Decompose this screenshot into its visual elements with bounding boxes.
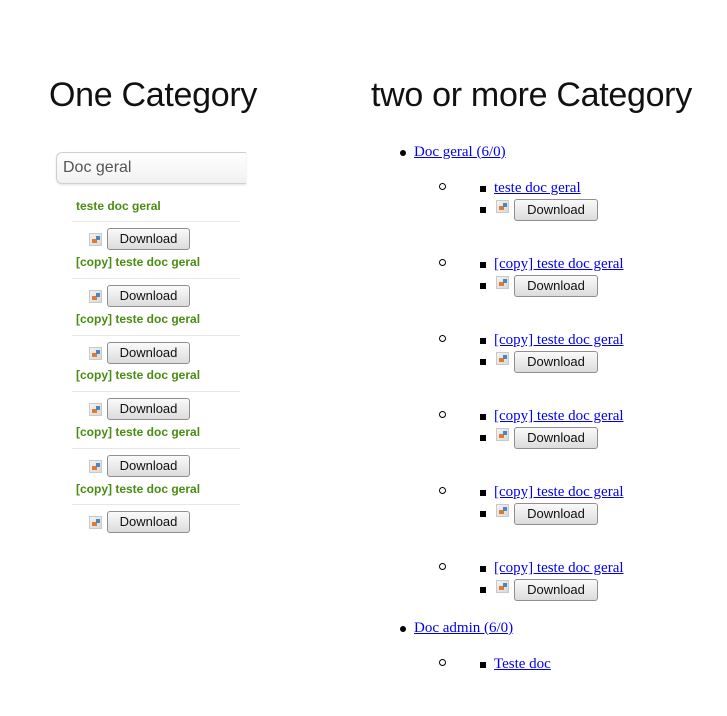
doc-title-link[interactable]: teste doc geral	[76, 199, 161, 213]
list-bullet-square	[480, 283, 486, 289]
category-link-doc-geral[interactable]: Doc geral (6/0)	[414, 144, 506, 161]
list-bullet-square	[480, 490, 486, 496]
list-bullet-square	[480, 435, 486, 441]
download-button[interactable]: Download	[107, 285, 190, 307]
list-bullet-square	[480, 587, 486, 593]
doc-title-link[interactable]: [copy] teste doc geral	[76, 312, 200, 326]
list-bullet-square	[480, 511, 486, 517]
doc-title-link[interactable]: Teste doc	[494, 656, 551, 673]
list-bullet-square	[480, 414, 486, 420]
file-type-icon	[496, 580, 509, 593]
row-divider	[72, 335, 240, 336]
download-button[interactable]: Download	[514, 503, 598, 525]
list-bullet-circle	[439, 487, 446, 494]
doc-title-link[interactable]: [copy] teste doc geral	[494, 560, 624, 577]
list-bullet-circle	[439, 411, 446, 418]
list-bullet-square	[480, 262, 486, 268]
download-button[interactable]: Download	[514, 427, 598, 449]
doc-title-link[interactable]: [copy] teste doc geral	[76, 255, 200, 269]
list-bullet-circle	[439, 335, 446, 342]
file-type-icon	[496, 428, 509, 441]
doc-title-link[interactable]: [copy] teste doc geral	[494, 332, 624, 349]
list-bullet-square	[480, 359, 486, 365]
doc-title-link[interactable]: [copy] teste doc geral	[76, 425, 200, 439]
row-divider	[72, 448, 240, 449]
file-type-icon	[89, 403, 102, 416]
list-bullet-disc	[400, 150, 406, 156]
list-bullet-disc	[400, 626, 406, 632]
file-type-icon	[89, 347, 102, 360]
row-divider	[72, 278, 240, 279]
list-bullet-square	[480, 338, 486, 344]
doc-title-link[interactable]: [copy] teste doc geral	[494, 256, 624, 273]
category-link-doc-admin[interactable]: Doc admin (6/0)	[414, 620, 513, 637]
download-button[interactable]: Download	[514, 351, 598, 373]
download-button[interactable]: Download	[514, 579, 598, 601]
file-type-icon	[496, 504, 509, 517]
doc-title-link[interactable]: [copy] teste doc geral	[76, 368, 200, 382]
row-divider	[72, 391, 240, 392]
row-divider	[72, 221, 240, 222]
download-button[interactable]: Download	[107, 511, 190, 533]
file-type-icon	[89, 460, 102, 473]
file-type-icon	[496, 352, 509, 365]
list-bullet-square	[480, 207, 486, 213]
list-bullet-square	[480, 662, 486, 668]
heading-two-or-more-category: two or more Category	[371, 76, 692, 114]
list-bullet-circle	[439, 563, 446, 570]
list-bullet-square	[480, 186, 486, 192]
list-bullet-square	[480, 566, 486, 572]
file-type-icon	[89, 516, 102, 529]
list-bullet-circle	[439, 183, 446, 190]
file-type-icon	[89, 290, 102, 303]
file-type-icon	[496, 200, 509, 213]
download-button[interactable]: Download	[107, 398, 190, 420]
download-button[interactable]: Download	[514, 199, 598, 221]
list-bullet-circle	[439, 659, 446, 666]
download-button[interactable]: Download	[107, 342, 190, 364]
file-type-icon	[496, 276, 509, 289]
download-button[interactable]: Download	[107, 228, 190, 250]
doc-title-link[interactable]: [copy] teste doc geral	[76, 482, 200, 496]
category-header[interactable]: Doc geral	[56, 152, 246, 184]
download-button[interactable]: Download	[514, 275, 598, 297]
doc-title-link[interactable]: [copy] teste doc geral	[494, 484, 624, 501]
heading-one-category: One Category	[49, 76, 258, 114]
list-bullet-circle	[439, 259, 446, 266]
download-button[interactable]: Download	[107, 455, 190, 477]
file-type-icon	[89, 233, 102, 246]
doc-title-link[interactable]: teste doc geral	[494, 180, 581, 197]
one-category-panel: Doc geral teste doc geral Download [copy…	[56, 152, 246, 542]
row-divider	[72, 504, 240, 505]
doc-title-link[interactable]: [copy] teste doc geral	[494, 408, 624, 425]
